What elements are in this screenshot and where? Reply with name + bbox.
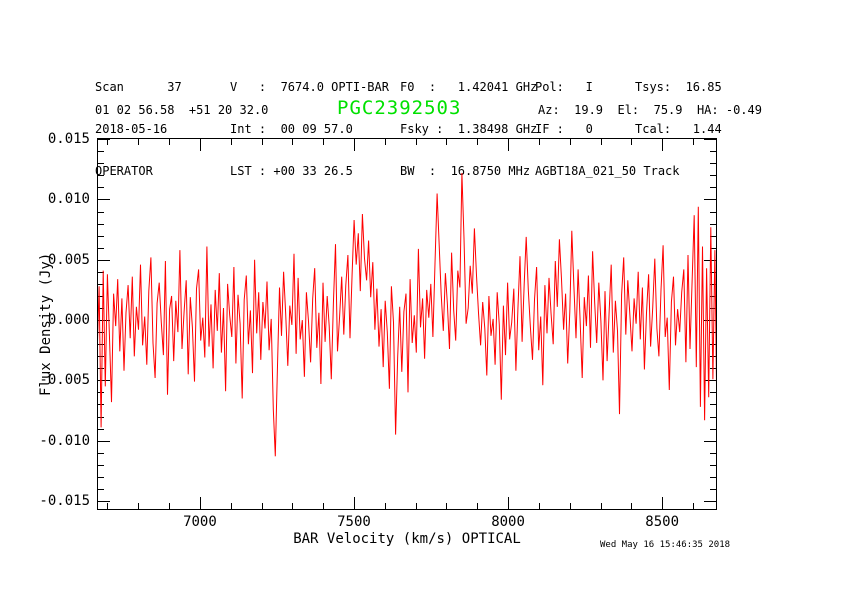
az-el-ha-readout: Az: 19.9 El: 75.9 HA: -0.49 xyxy=(538,103,762,117)
x-tick-label: 8000 xyxy=(468,514,548,530)
observation-date: 2018-05-16 xyxy=(95,122,182,136)
source-coordinates: 01 02 56.58 +51 20 32.0 xyxy=(95,103,268,117)
rest-frequency: F0 : 1.42041 GHz xyxy=(400,80,537,94)
scan-number: Scan 37 xyxy=(95,80,182,94)
tcal-value: Tcal: 1.44 xyxy=(635,122,722,136)
sky-frequency: Fsky : 1.38498 GHz xyxy=(400,122,537,136)
tsys-value: Tsys: 16.85 xyxy=(635,80,722,94)
x-tick-label: 7000 xyxy=(160,514,240,530)
spectrum-line xyxy=(97,173,717,456)
source-name-title: PGC2392503 xyxy=(337,97,461,119)
gbtidl-spectrum-window: Scan 37 2018-05-16 OPERATOR V : 7674.0 O… xyxy=(0,0,842,595)
spectrum-plot-canvas xyxy=(97,138,717,510)
x-tick-label: 7500 xyxy=(314,514,394,530)
plot-timestamp: Wed May 16 15:46:35 2018 xyxy=(600,540,740,550)
y-axis-title: Flux Density (Jy) xyxy=(36,138,56,510)
velocity-value: V : 7674.0 OPTI-BAR xyxy=(230,80,389,94)
integration-time: Int : 00 09 57.0 xyxy=(230,122,389,136)
x-tick-label: 8500 xyxy=(622,514,702,530)
